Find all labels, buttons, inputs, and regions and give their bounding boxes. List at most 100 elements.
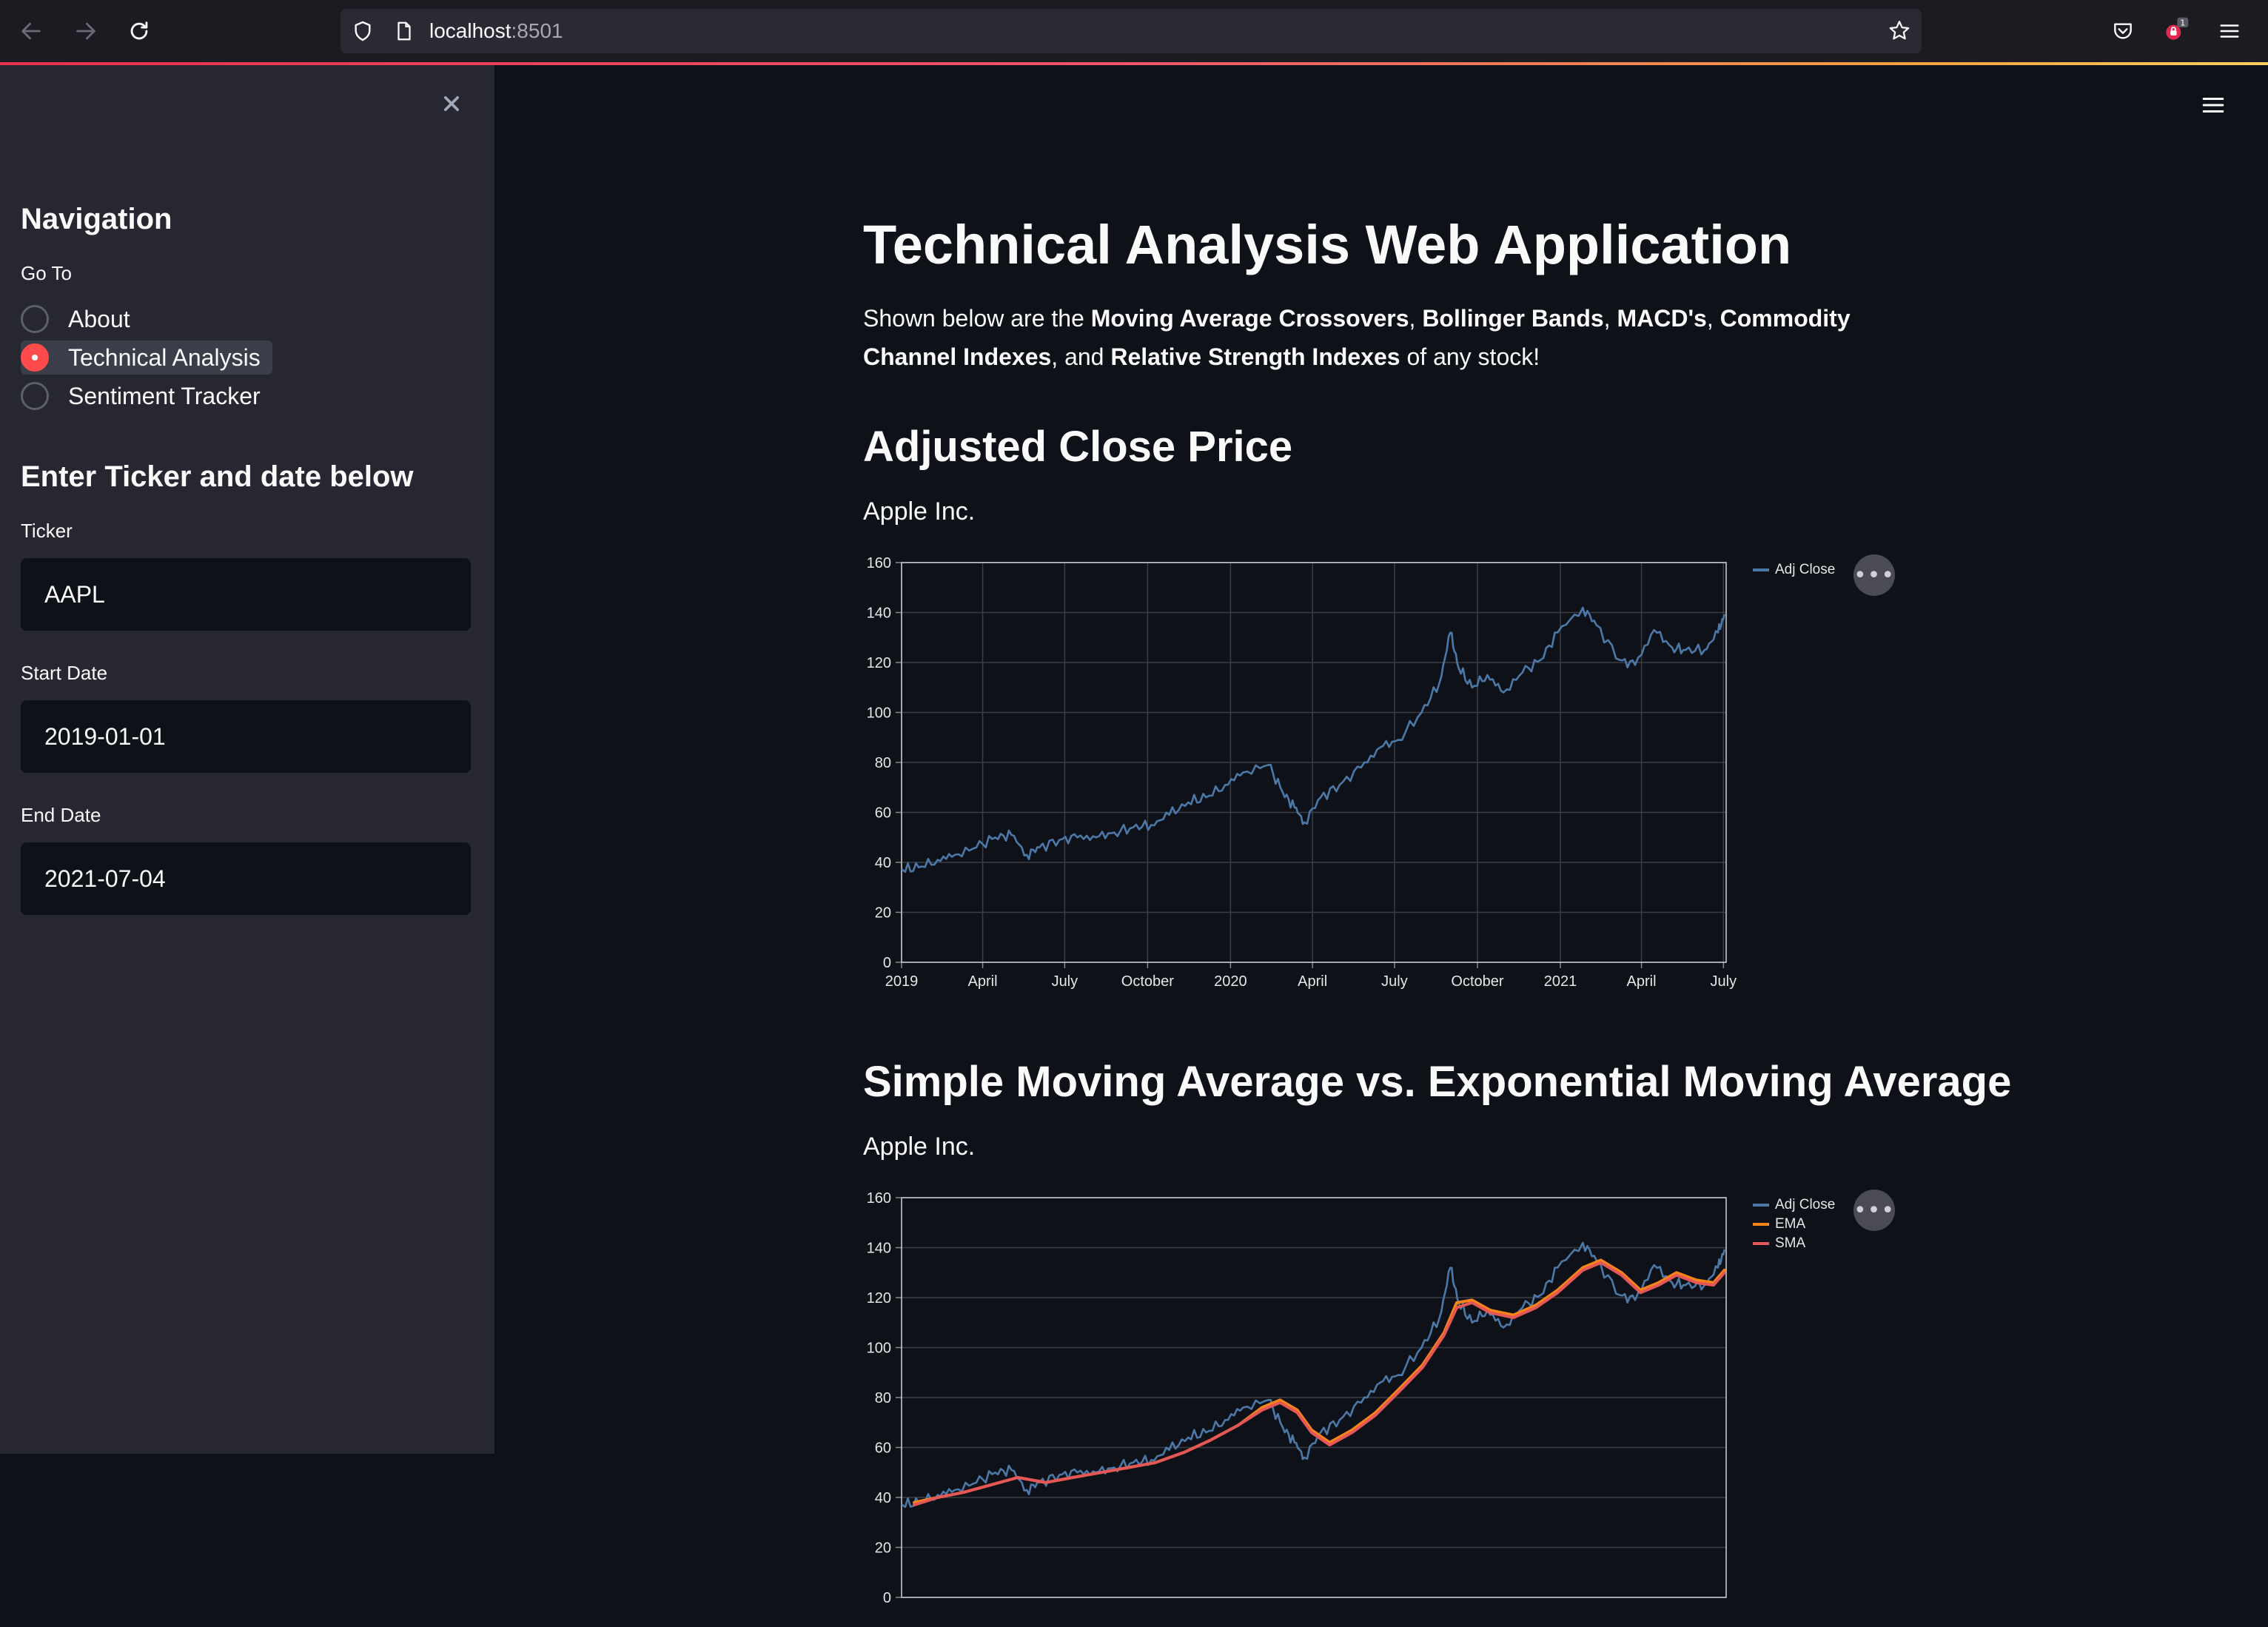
y-tick-label: 140 — [867, 605, 891, 622]
series-line-adj-close — [901, 1241, 1725, 1509]
y-tick-label: 100 — [867, 705, 891, 722]
start-date-label: Start Date — [21, 662, 108, 684]
radio-label: About — [68, 305, 130, 332]
reload-button[interactable] — [121, 13, 157, 49]
end-date-label: End Date — [21, 804, 101, 826]
legend-item: Adj Close — [1753, 1195, 1835, 1215]
chart2-legend: Adj Close EMA SMA — [1753, 1195, 1835, 1253]
navigation-heading: Navigation — [21, 203, 172, 235]
intro-bold: Bollinger Bands — [1422, 305, 1604, 332]
x-tick-label: April — [968, 973, 998, 990]
intro-text: Shown below are the — [863, 305, 1091, 332]
intro-text: , — [1603, 305, 1617, 332]
inputs-heading: Enter Ticker and date below — [21, 460, 414, 493]
y-tick-label: 100 — [867, 1341, 891, 1357]
radio-option-sentiment-tracker[interactable]: Sentiment Tracker — [21, 379, 272, 413]
start-date-input[interactable]: 2019-01-01 — [21, 700, 471, 773]
pocket-icon[interactable] — [2105, 13, 2141, 49]
sidebar: Navigation Go To About Technical Analysi… — [0, 65, 494, 1454]
radio-label: Sentiment Tracker — [68, 382, 261, 409]
y-tick-label: 0 — [883, 1590, 891, 1606]
intro-bold: MACD's — [1617, 305, 1707, 332]
intro-text: , and — [1051, 343, 1111, 370]
y-tick-label: 0 — [883, 955, 891, 971]
browser-toolbar: localhost:8501 1 — [0, 0, 2268, 62]
app-menu-button[interactable] — [2195, 87, 2231, 123]
legend-swatch — [1753, 1242, 1769, 1245]
radio-button[interactable] — [21, 305, 49, 333]
y-tick-label: 20 — [875, 905, 891, 922]
goto-label: Go To — [21, 262, 72, 284]
url-port: :8501 — [511, 19, 563, 42]
x-tick-label: July — [1052, 973, 1078, 990]
y-tick-label: 80 — [875, 1390, 891, 1406]
intro-bold: Relative Strength Indexes — [1110, 343, 1400, 370]
radio-button-selected[interactable] — [21, 343, 49, 372]
legend-label: SMA — [1775, 1235, 1806, 1251]
url-bar[interactable] — [340, 9, 1922, 53]
legend-label: Adj Close — [1775, 1197, 1836, 1212]
x-tick-label: 2019 — [885, 973, 919, 990]
ticker-input[interactable]: AAPL — [21, 558, 471, 631]
sma-ema-chart-svg: 0 20 40 60 80 100 120 140 160 — [867, 1190, 1727, 1606]
intro-text: of any stock! — [1400, 343, 1540, 370]
url-host: localhost — [429, 19, 511, 42]
page-icon — [386, 13, 422, 49]
end-date-input[interactable]: 2021-07-04 — [21, 842, 471, 915]
series-line-ema — [913, 1258, 1726, 1504]
x-tick-label: July — [1381, 973, 1408, 990]
legend-swatch — [1753, 568, 1769, 571]
radio-option-technical-analysis[interactable]: Technical Analysis — [21, 341, 272, 375]
intro-bold: Moving Average Crossovers — [1090, 305, 1409, 332]
x-tick-label: 2020 — [1214, 973, 1247, 990]
shield-icon[interactable] — [345, 13, 380, 49]
chart1-legend: Adj Close — [1753, 560, 1835, 580]
x-tick-label: April — [1298, 973, 1327, 990]
page-title: Technical Analysis Web Application — [863, 214, 1792, 275]
section-subtitle: Apple Inc. — [863, 1133, 976, 1161]
radio-button[interactable] — [21, 382, 49, 410]
chart1-more-button[interactable]: ••• — [1853, 554, 1895, 596]
sidebar-close-button[interactable] — [435, 87, 468, 120]
y-tick-label: 60 — [875, 805, 891, 822]
forward-arrow-icon — [76, 22, 95, 40]
chart-grid — [896, 1197, 1726, 1598]
radio-label: Technical Analysis — [68, 343, 261, 371]
series-line-sma — [913, 1261, 1726, 1507]
legend-item: EMA — [1753, 1215, 1835, 1234]
section-heading-sma-ema: Simple Moving Average vs. Exponential Mo… — [863, 1058, 2012, 1106]
legend-swatch — [1753, 1204, 1769, 1207]
y-tick-label: 20 — [875, 1540, 891, 1557]
extension-icon[interactable]: 1 — [2157, 13, 2192, 49]
close-icon — [443, 95, 460, 112]
y-tick-label: 120 — [867, 1290, 891, 1306]
reload-icon — [130, 21, 148, 40]
y-tick-label: 120 — [867, 655, 891, 671]
section-subtitle: Apple Inc. — [863, 497, 976, 526]
x-tick-label: April — [1627, 973, 1657, 990]
y-tick-label: 40 — [875, 855, 891, 871]
forward-button[interactable] — [68, 13, 104, 49]
legend-label: EMA — [1775, 1216, 1806, 1232]
adj-close-chart[interactable]: 0 20 40 60 80 100 120 140 160 2019 April July Octobe… — [863, 548, 1737, 992]
legend-swatch — [1753, 1223, 1769, 1226]
y-tick-label: 140 — [867, 1241, 891, 1257]
bookmark-star-icon[interactable] — [1882, 13, 1917, 49]
y-tick-label: 40 — [875, 1490, 891, 1506]
y-tick-label: 160 — [867, 1190, 891, 1207]
y-tick-label: 80 — [875, 755, 891, 771]
back-button[interactable] — [13, 13, 49, 49]
legend-item: SMA — [1753, 1234, 1835, 1253]
url-text[interactable]: localhost:8501 — [429, 15, 563, 47]
chart2-more-button[interactable]: ••• — [1853, 1190, 1895, 1231]
x-tick-label: October — [1451, 973, 1503, 990]
sma-ema-chart[interactable]: 0 20 40 60 80 100 120 140 160 — [863, 1183, 1727, 1627]
legend-label: Adj Close — [1775, 562, 1836, 577]
intro-text: , — [1706, 305, 1720, 332]
x-tick-label: July — [1711, 973, 1737, 990]
series-line-adj-close — [901, 606, 1725, 873]
browser-menu-icon[interactable] — [2212, 13, 2247, 49]
radio-option-about[interactable]: About — [21, 302, 142, 336]
legend-item: Adj Close — [1753, 560, 1835, 580]
ticker-label: Ticker — [21, 520, 73, 542]
